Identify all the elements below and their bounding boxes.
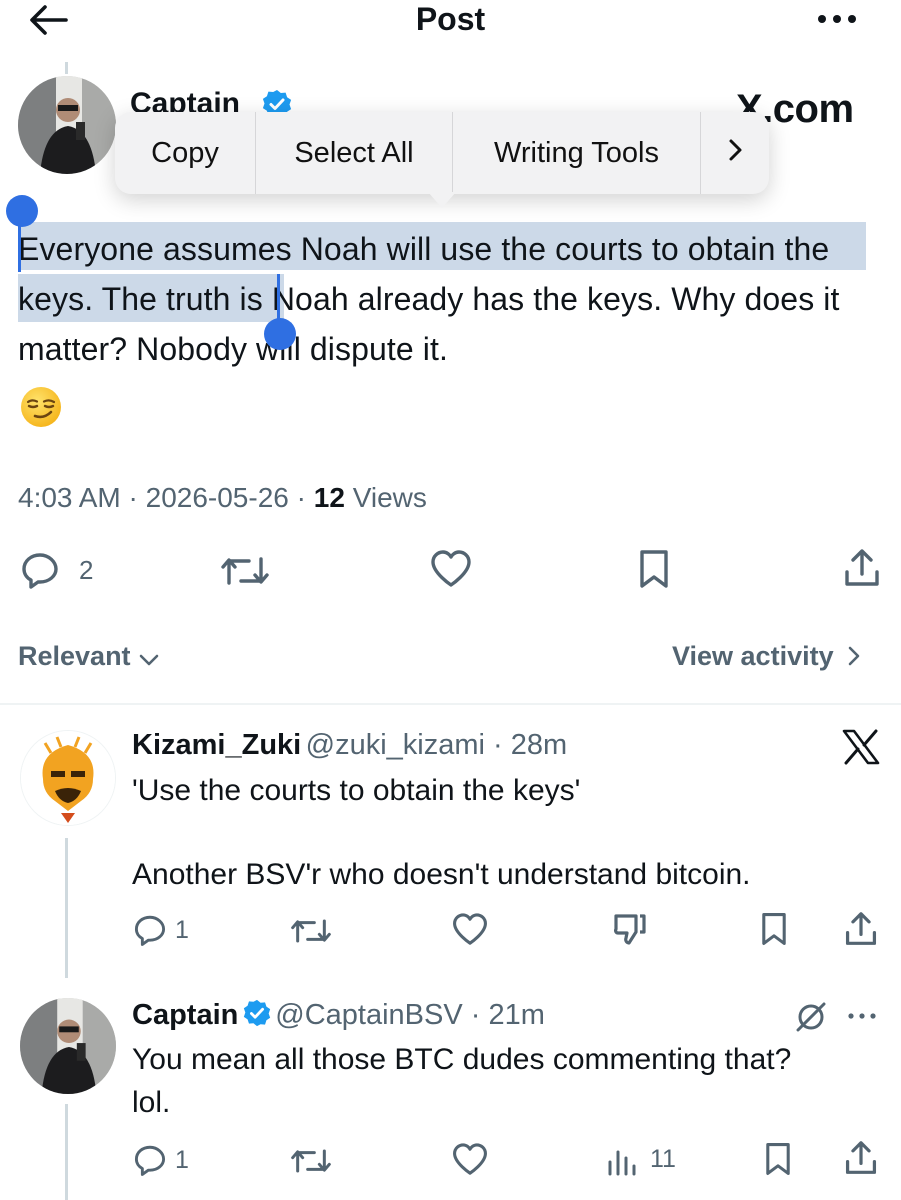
text-context-menu: Copy Select All Writing Tools <box>115 112 769 194</box>
selection-start-caret <box>18 222 21 272</box>
share-icon[interactable] <box>843 548 881 588</box>
reply-author-name[interactable]: Kizami_Zuki <box>132 729 301 761</box>
selection-start-handle[interactable] <box>6 195 38 227</box>
reply-author-name[interactable]: Captain <box>132 999 238 1031</box>
post-text[interactable]: Everyone assumes Noah will use the court… <box>18 224 878 374</box>
reply-text-line: lol. <box>132 1086 171 1119</box>
reply-icon[interactable] <box>133 913 167 947</box>
dislike-icon[interactable] <box>612 912 648 946</box>
repost-icon[interactable] <box>290 916 332 946</box>
selection-end-caret <box>277 274 280 324</box>
reply-author-handle[interactable]: @zuki_kizami <box>306 729 485 761</box>
context-menu-pointer <box>428 192 456 208</box>
author-name[interactable]: Captain <box>130 86 240 114</box>
hide-reply-icon[interactable] <box>794 1000 828 1034</box>
thread-connector <box>65 838 68 978</box>
repost-icon[interactable] <box>220 553 270 589</box>
thread-connector <box>65 62 68 74</box>
reply-icon[interactable] <box>20 550 60 590</box>
post-meta: 4:03 AM · 2026-05-26 · 12 Views <box>18 482 427 513</box>
divider <box>0 703 901 705</box>
reply-header: Kizami_Zuki @zuki_kizami · 28m <box>132 729 568 761</box>
post-date: 2026-05-26 <box>145 482 289 513</box>
reply-author-handle[interactable]: @CaptainBSV <box>275 999 462 1031</box>
chevron-right-icon <box>847 638 861 678</box>
post-time: 4:03 AM <box>18 482 121 513</box>
x-logo-icon <box>842 729 880 765</box>
share-icon[interactable] <box>844 911 878 947</box>
reply-text-line: 'Use the courts to obtain the keys' <box>132 774 581 807</box>
more-options-icon[interactable] <box>846 1010 878 1022</box>
views-count: 11 <box>650 1145 676 1173</box>
reply-text-line: You mean all those BTC dudes commenting … <box>132 1043 792 1076</box>
reply-header: Captain @CaptainBSV · 21m <box>132 999 545 1032</box>
like-heart-icon[interactable] <box>452 913 488 946</box>
select-all-menu-item[interactable]: Select All <box>256 112 453 194</box>
thread-connector <box>65 1104 68 1200</box>
writing-tools-menu-item[interactable]: Writing Tools <box>453 112 701 194</box>
reply-time: 21m <box>488 999 545 1031</box>
reply-count: 1 <box>175 1146 189 1174</box>
avatar[interactable] <box>20 730 116 826</box>
views-count: 12 <box>313 482 345 513</box>
chevron-down-icon <box>138 638 160 678</box>
bookmark-icon[interactable] <box>764 1142 792 1176</box>
share-icon[interactable] <box>844 1140 878 1176</box>
views-label[interactable]: Views <box>353 482 427 513</box>
copy-menu-item[interactable]: Copy <box>115 112 256 194</box>
reply-time: 28m <box>510 729 568 761</box>
page-title: Post <box>415 1 486 37</box>
views-chart-icon[interactable] <box>606 1146 638 1176</box>
reply-count: 2 <box>79 555 94 585</box>
avatar[interactable] <box>20 998 116 1094</box>
reply-icon[interactable] <box>133 1143 167 1177</box>
more-options-icon[interactable] <box>815 6 859 32</box>
view-activity-label: View activity <box>672 641 834 671</box>
reply-text-line: Another BSV'r who doesn't understand bit… <box>132 858 751 891</box>
verified-badge-icon <box>243 999 271 1032</box>
sort-dropdown[interactable]: Relevant <box>18 636 160 678</box>
reply-count: 1 <box>175 916 189 944</box>
chevron-right-icon <box>727 137 743 170</box>
smirking-face-emoji <box>20 386 62 428</box>
bookmark-icon[interactable] <box>760 912 788 946</box>
like-heart-icon[interactable] <box>452 1143 488 1176</box>
sort-label: Relevant <box>18 641 131 671</box>
view-activity-link[interactable]: View activity <box>672 636 861 678</box>
repost-icon[interactable] <box>290 1146 332 1176</box>
like-heart-icon[interactable] <box>430 550 472 588</box>
more-menu-button[interactable] <box>701 112 769 194</box>
avatar[interactable] <box>18 76 116 174</box>
bookmark-icon[interactable] <box>638 549 670 589</box>
selection-end-handle[interactable] <box>264 318 296 350</box>
